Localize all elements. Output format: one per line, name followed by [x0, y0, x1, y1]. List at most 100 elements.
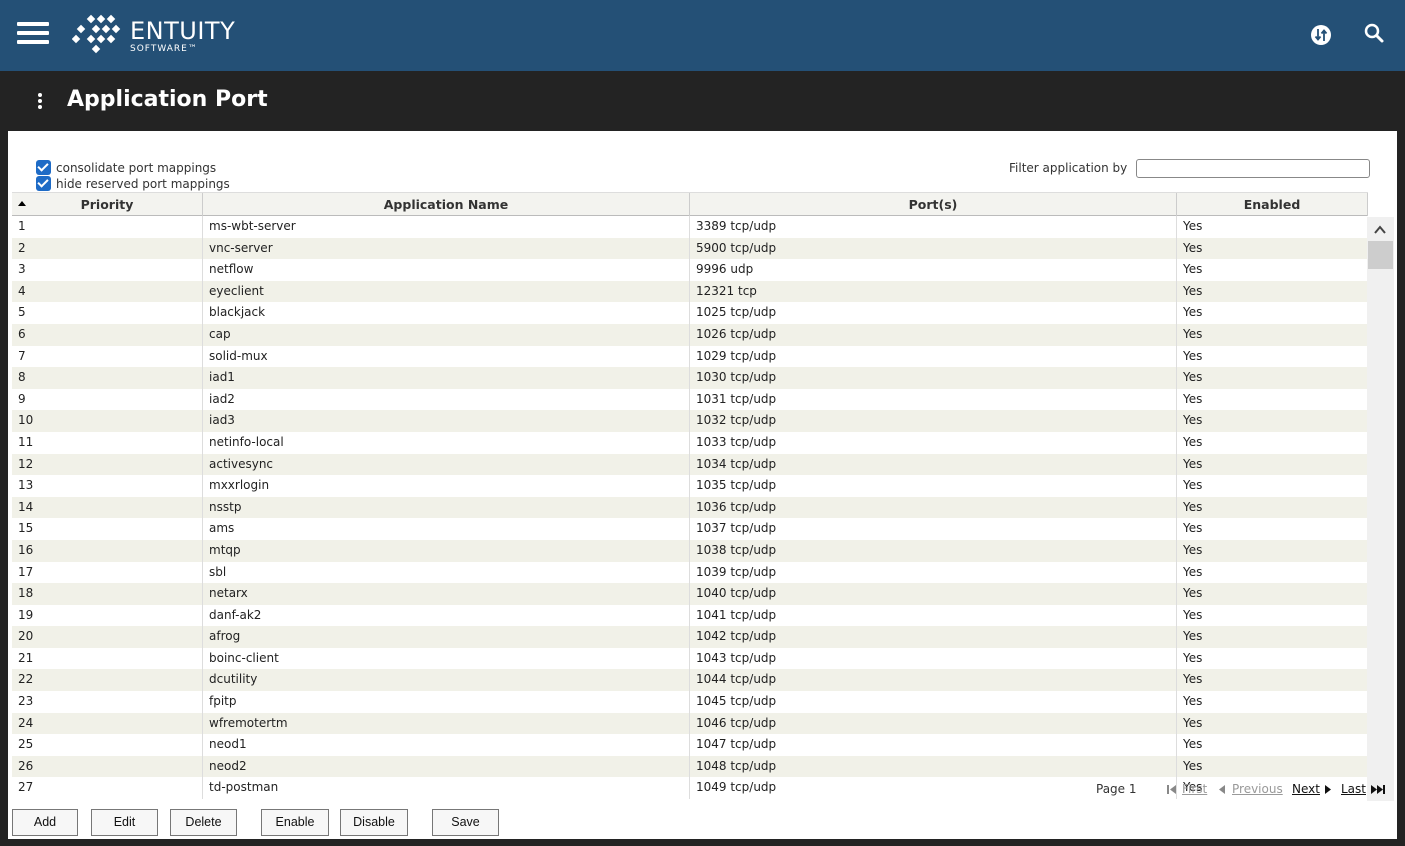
enabled-cell: Yes	[1183, 348, 1203, 363]
table-row[interactable]: 19 danf-ak2 1041 tcp/udp Yes	[12, 604, 1368, 627]
application-port-table: Priority Application Name Port(s) Enable…	[12, 192, 1368, 802]
enable-button[interactable]: Enable	[261, 809, 329, 836]
vertical-scrollbar[interactable]	[1367, 217, 1394, 801]
enabled-cell: Yes	[1183, 434, 1203, 449]
last-page-link[interactable]: Last	[1341, 782, 1366, 796]
scrollbar-thumb[interactable]	[1368, 241, 1393, 269]
enabled-cell: Yes	[1183, 326, 1203, 341]
priority-cell: 7	[12, 345, 203, 368]
table-row[interactable]: 9 iad2 1031 tcp/udp Yes	[12, 388, 1368, 411]
ports-cell: 1032 tcp/udp	[690, 410, 1177, 432]
application-name-cell: netarx	[203, 583, 690, 605]
ports-cell: 1040 tcp/udp	[690, 583, 1177, 605]
table-header: Priority Application Name Port(s) Enable…	[12, 192, 1368, 216]
ports-cell: 1033 tcp/udp	[690, 431, 1177, 454]
application-name-cell: afrog	[203, 626, 690, 648]
table-row[interactable]: 3 netflow 9996 udp Yes	[12, 259, 1368, 281]
more-options-icon[interactable]	[33, 93, 47, 113]
application-name-cell: cap	[203, 323, 690, 346]
ports-cell: 3389 tcp/udp	[690, 216, 1177, 238]
table-row[interactable]: 10 iad3 1032 tcp/udp Yes	[12, 410, 1368, 432]
table-row[interactable]: 25 neod1 1047 tcp/udp Yes	[12, 734, 1368, 756]
next-page-icon[interactable]	[1324, 784, 1332, 798]
edit-button[interactable]: Edit	[91, 809, 158, 836]
ports-cell: 1044 tcp/udp	[690, 669, 1177, 692]
table-row[interactable]: 20 afrog 1042 tcp/udp Yes	[12, 626, 1368, 648]
enabled-cell: Yes	[1183, 219, 1203, 233]
disable-button[interactable]: Disable	[340, 809, 408, 836]
table-row[interactable]: 1 ms-wbt-server 3389 tcp/udp Yes	[12, 216, 1368, 238]
switch-arrows-icon[interactable]	[1310, 24, 1332, 46]
page-indicator: Page 1	[1096, 782, 1137, 796]
table-row[interactable]: 18 netarx 1040 tcp/udp Yes	[12, 583, 1368, 605]
search-icon[interactable]	[1363, 22, 1385, 44]
application-name-cell: sbl	[203, 561, 690, 584]
table-row[interactable]: 6 cap 1026 tcp/udp Yes	[12, 323, 1368, 346]
save-button[interactable]: Save	[432, 809, 499, 836]
priority-cell: 12	[12, 453, 203, 476]
column-header-priority[interactable]: Priority	[12, 193, 203, 216]
table-row[interactable]: 14 nsstp 1036 tcp/udp Yes	[12, 496, 1368, 519]
table-row[interactable]: 21 boinc-client 1043 tcp/udp Yes	[12, 647, 1368, 670]
checkbox-checked-icon[interactable]	[36, 176, 51, 191]
add-button[interactable]: Add	[12, 809, 78, 836]
checkbox-checked-icon[interactable]	[36, 160, 51, 175]
column-header-ports[interactable]: Port(s)	[690, 193, 1177, 216]
ports-cell: 1039 tcp/udp	[690, 561, 1177, 584]
enabled-cell: Yes	[1183, 478, 1203, 493]
enabled-cell: Yes	[1183, 694, 1203, 709]
table-row[interactable]: 26 neod2 1048 tcp/udp Yes	[12, 755, 1368, 778]
table-row[interactable]: 27 td-postman 1049 tcp/udp Yes	[12, 777, 1368, 800]
table-row[interactable]: 16 mtqp 1038 tcp/udp Yes	[12, 539, 1368, 562]
table-row[interactable]: 17 sbl 1039 tcp/udp Yes	[12, 561, 1368, 584]
priority-cell: 13	[12, 475, 203, 497]
enabled-cell: Yes	[1183, 586, 1203, 601]
consolidate-port-mappings-checkbox[interactable]: consolidate port mappings	[36, 160, 216, 175]
application-name-cell: solid-mux	[203, 345, 690, 368]
table-row[interactable]: 8 iad1 1030 tcp/udp Yes	[12, 367, 1368, 389]
enabled-cell: Yes	[1183, 413, 1203, 428]
table-row[interactable]: 13 mxxrlogin 1035 tcp/udp Yes	[12, 475, 1368, 497]
enabled-cell: Yes	[1183, 305, 1203, 320]
enabled-cell: Yes	[1183, 715, 1203, 730]
application-name-cell: netinfo-local	[203, 431, 690, 454]
table-row[interactable]: 2 vnc-server 5900 tcp/udp Yes	[12, 237, 1368, 260]
first-page-link: First	[1182, 782, 1208, 796]
priority-cell: 6	[12, 323, 203, 346]
enabled-cell: Yes	[1183, 737, 1203, 752]
table-row[interactable]: 4 eyeclient 12321 tcp Yes	[12, 280, 1368, 303]
table-row[interactable]: 5 blackjack 1025 tcp/udp Yes	[12, 302, 1368, 324]
application-name-cell: activesync	[203, 453, 690, 476]
table-row[interactable]: 15 ams 1037 tcp/udp Yes	[12, 518, 1368, 540]
hide-reserved-port-mappings-checkbox[interactable]: hide reserved port mappings	[36, 176, 230, 191]
table-row[interactable]: 22 dcutility 1044 tcp/udp Yes	[12, 669, 1368, 692]
page-title: Application Port	[67, 87, 268, 112]
enabled-cell: Yes	[1183, 456, 1203, 471]
table-row[interactable]: 24 wfremotertm 1046 tcp/udp Yes	[12, 712, 1368, 735]
priority-cell: 23	[12, 691, 203, 713]
table-row[interactable]: 7 solid-mux 1029 tcp/udp Yes	[12, 345, 1368, 368]
ports-cell: 1038 tcp/udp	[690, 539, 1177, 562]
ports-cell: 1045 tcp/udp	[690, 691, 1177, 713]
table-row[interactable]: 12 activesync 1034 tcp/udp Yes	[12, 453, 1368, 476]
scroll-up-icon[interactable]	[1373, 223, 1387, 237]
delete-button[interactable]: Delete	[170, 809, 237, 836]
column-header-application-name[interactable]: Application Name	[203, 193, 690, 216]
table-row[interactable]: 11 netinfo-local 1033 tcp/udp Yes	[12, 431, 1368, 454]
consolidate-port-mappings-label: consolidate port mappings	[56, 160, 217, 175]
last-page-icon[interactable]	[1370, 784, 1386, 798]
application-name-cell: iad1	[203, 367, 690, 389]
hamburger-icon[interactable]	[17, 22, 49, 44]
ports-cell: 1029 tcp/udp	[690, 345, 1177, 368]
application-name-cell: ams	[203, 518, 690, 540]
table-row[interactable]: 23 fpitp 1045 tcp/udp Yes	[12, 691, 1368, 713]
priority-cell: 3	[12, 259, 203, 281]
priority-cell: 10	[12, 410, 203, 432]
application-name-cell: neod1	[203, 734, 690, 756]
column-header-enabled[interactable]: Enabled	[1177, 193, 1368, 216]
enabled-cell: Yes	[1183, 370, 1203, 385]
filter-application-input[interactable]	[1136, 159, 1370, 178]
next-page-link[interactable]: Next	[1292, 782, 1320, 796]
priority-cell: 20	[12, 626, 203, 648]
priority-cell: 22	[12, 669, 203, 692]
